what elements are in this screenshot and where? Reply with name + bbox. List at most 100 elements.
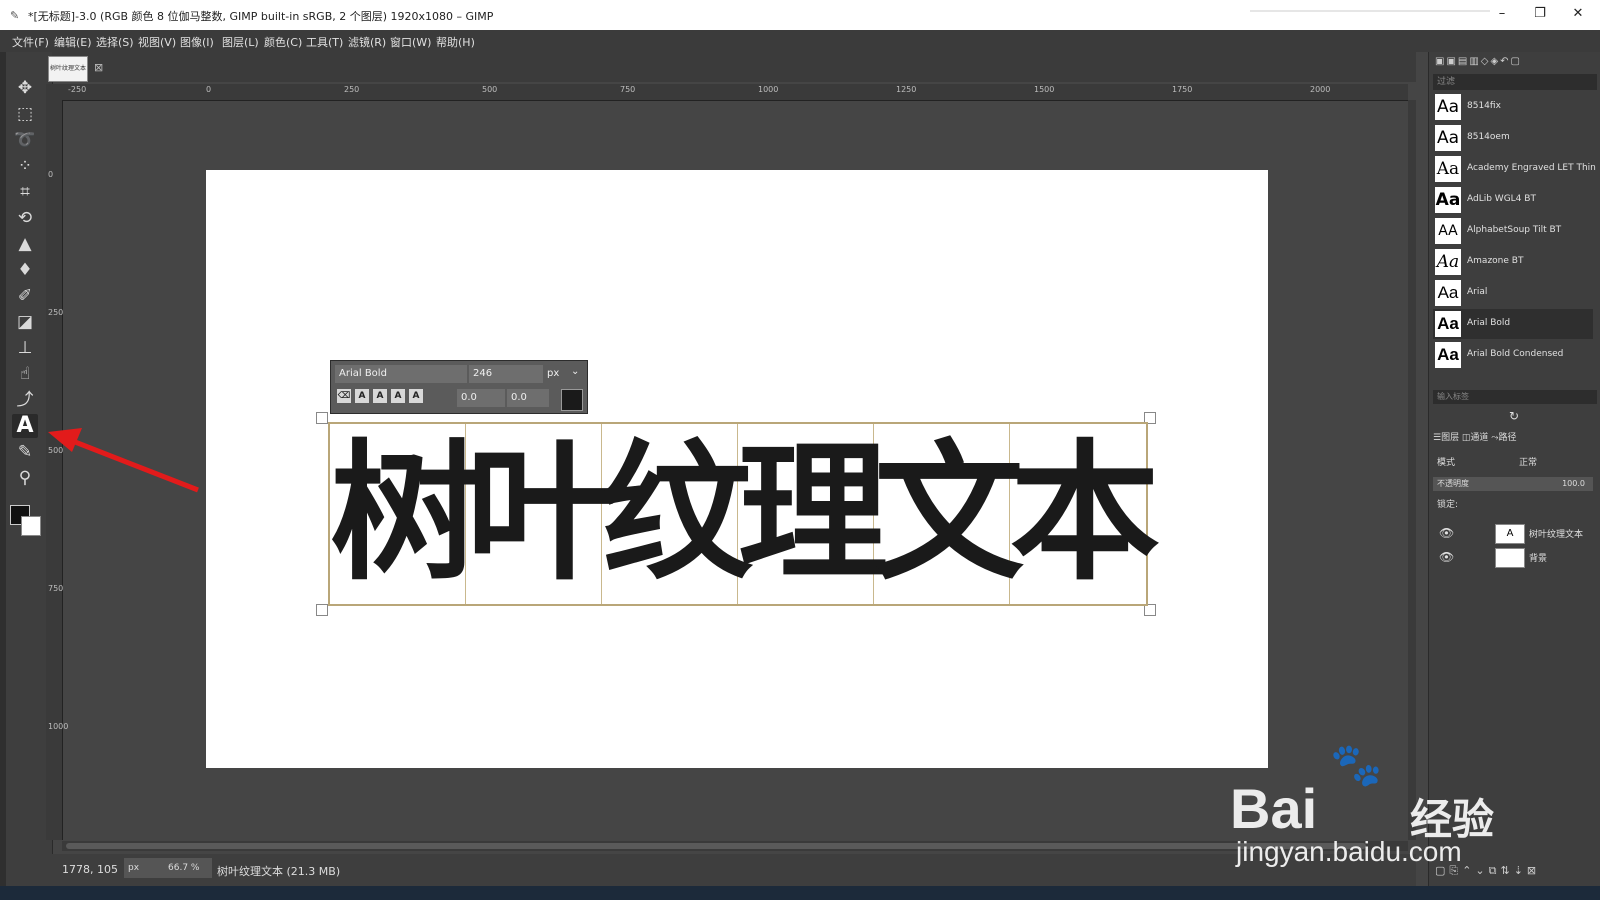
font-filter-input[interactable]: 过滤 (1433, 74, 1597, 90)
zoom-tool-icon[interactable]: ⚲ (12, 466, 38, 490)
ruler-tick: 250 (48, 308, 64, 317)
font-list-item[interactable]: Aa Academy Engraved LET Thin (1433, 154, 1596, 184)
font-name: 8514oem (1467, 132, 1510, 142)
font-unit-select[interactable]: px (547, 365, 559, 383)
text-style-toolbar: Arial Bold 246 px ⌄ ⌫ A A A A 0.0 0.0 (330, 360, 588, 414)
pointer-coordinates: 1778, 105 (62, 863, 118, 876)
ruler-tick: 1750 (1172, 85, 1193, 94)
horizontal-ruler[interactable]: -250 0 250 500 750 1000 1250 1500 1750 2… (62, 84, 1408, 101)
os-taskbar (0, 886, 1600, 900)
smudge-tool-icon[interactable]: ☝ (12, 362, 38, 386)
color-picker-tool-icon[interactable]: ✎ (12, 440, 38, 464)
font-list-item[interactable]: Aa 8514oem (1433, 123, 1593, 153)
clone-tool-icon[interactable]: ⊥ (12, 336, 38, 360)
font-preview: Aa (1435, 311, 1461, 337)
horizontal-scrollbar[interactable] (62, 841, 1408, 851)
text-color-button[interactable] (561, 389, 583, 411)
layer-mode-label: 模式 (1437, 458, 1456, 468)
font-list-item[interactable]: Aa Arial (1433, 278, 1593, 308)
watermark-url: jingyan.baidu.com (1236, 836, 1462, 867)
strikethrough-button[interactable]: A (409, 389, 423, 403)
vertical-ruler[interactable]: 0 250 500 750 1000 (46, 100, 68, 840)
menu-image[interactable]: 图像(I) (180, 34, 214, 50)
minimize-button[interactable]: – (1490, 6, 1514, 24)
ruler-corner[interactable] (46, 84, 62, 100)
underline-button[interactable]: A (391, 389, 405, 403)
paintbrush-tool-icon[interactable]: ✐ (12, 284, 38, 308)
text-glyph: 理 (738, 424, 888, 604)
font-name: 8514fix (1467, 101, 1501, 111)
ruler-tick: 1500 (1034, 85, 1055, 94)
menu-windows[interactable]: 窗口(W) (390, 34, 431, 50)
ruler-tick: 1250 (896, 85, 917, 94)
layer-row[interactable]: 👁 背景 (1433, 546, 1593, 568)
menu-layer[interactable]: 图层(L) (222, 34, 259, 50)
gimp-app-icon: ✎ (10, 9, 20, 22)
font-list-item[interactable]: AA AlphabetSoup Tilt BT (1433, 216, 1593, 246)
text-glyph: 树 (330, 424, 480, 604)
eraser-tool-icon[interactable]: ◪ (12, 310, 38, 334)
baseline-offset-field[interactable]: 0.0 (457, 389, 505, 407)
textbox-handle-tl[interactable] (316, 412, 328, 424)
font-preview: Aa (1435, 187, 1461, 213)
refresh-icon[interactable]: ↻ (1509, 409, 1519, 423)
bucket-fill-tool-icon[interactable]: ♦ (12, 258, 38, 282)
layers-dock-tabs[interactable]: ☰图层 ◫通道 ⤳路径 (1433, 430, 1517, 443)
font-preview: Aa (1435, 249, 1461, 275)
font-field[interactable]: Arial Bold (335, 365, 467, 383)
font-list-item[interactable]: Aa Arial Bold Condensed (1433, 340, 1593, 370)
menu-tools[interactable]: 工具(T) (306, 34, 343, 50)
menu-view[interactable]: 视图(V) (138, 34, 176, 50)
unified-transform-tool-icon[interactable]: ⟲ (12, 206, 38, 230)
move-tool-icon[interactable]: ✥ (12, 76, 38, 100)
vertical-scrollbar[interactable] (1408, 100, 1416, 840)
lasso-tool-icon[interactable]: ➰ (12, 128, 38, 152)
text-layer-box[interactable]: 树 叶 纹 理 文 本 (328, 422, 1160, 606)
font-list-item-selected[interactable]: Aa Arial Bold (1433, 309, 1593, 339)
font-list-item[interactable]: Aa Amazone BT (1433, 247, 1593, 277)
menu-filters[interactable]: 滤镜(R) (348, 34, 386, 50)
ruler-tick: 2000 (1310, 85, 1331, 94)
dock-tab-icons[interactable]: ▣▣▤▥◇◈↶▢ (1435, 56, 1575, 70)
image-tab-thumbnail[interactable]: 树叶纹理文本 (48, 56, 88, 82)
bold-button[interactable]: A (355, 389, 369, 403)
crop-tool-icon[interactable]: ⌗ (12, 180, 38, 204)
fuzzy-select-tool-icon[interactable]: ⁘ (12, 154, 38, 178)
layer-thumbnail: A (1495, 524, 1525, 544)
font-preview: AA (1435, 218, 1461, 244)
maximize-button[interactable]: ❐ (1528, 6, 1552, 24)
kerning-field[interactable]: 0.0 (507, 389, 549, 407)
clear-style-button[interactable]: ⌫ (337, 389, 351, 403)
menu-select[interactable]: 选择(S) (96, 34, 134, 50)
chevron-down-icon[interactable]: ⌄ (571, 366, 579, 377)
italic-button[interactable]: A (373, 389, 387, 403)
background-color-swatch[interactable] (21, 516, 41, 536)
text-tool-icon[interactable]: A (12, 414, 38, 438)
menu-help[interactable]: 帮助(H) (436, 34, 475, 50)
menu-file[interactable]: 文件(F) (12, 34, 49, 50)
font-list-item[interactable]: Aa 8514fix (1433, 92, 1593, 122)
font-name: Arial Bold Condensed (1467, 349, 1564, 359)
zoom-select[interactable]: 66.7 % (164, 858, 212, 878)
visibility-eye-icon[interactable]: 👁 (1439, 526, 1454, 540)
menu-edit[interactable]: 编辑(E) (54, 34, 92, 50)
layer-opacity-slider[interactable]: 不透明度 100.0 (1433, 477, 1593, 491)
rect-select-tool-icon[interactable]: ⬚ (12, 102, 38, 126)
ruler-tick: 750 (620, 85, 636, 94)
font-tags-input[interactable]: 输入标签 (1433, 390, 1597, 404)
textbox-handle-bl[interactable] (316, 604, 328, 616)
menu-colors[interactable]: 颜色(C) (264, 34, 302, 50)
font-preview: Aa (1435, 156, 1461, 182)
warp-tool-icon[interactable]: ▲ (12, 232, 38, 256)
ruler-tick: 250 (344, 85, 360, 94)
layer-mode-select[interactable]: 正常 (1519, 455, 1537, 468)
visibility-eye-icon[interactable]: 👁 (1439, 550, 1454, 564)
unit-select[interactable]: px (124, 858, 164, 878)
font-size-field[interactable]: 246 (469, 365, 543, 383)
close-button[interactable]: ✕ (1566, 6, 1590, 24)
layer-row[interactable]: 👁 A 树叶纹理文本 (1433, 522, 1593, 544)
scrollbar-thumb[interactable] (66, 843, 1366, 849)
paths-tool-icon[interactable]: ⤴ (12, 388, 38, 412)
image-tab-close-icon[interactable]: ⊠ (94, 61, 103, 74)
font-list-item[interactable]: Aa AdLib WGL4 BT (1433, 185, 1593, 215)
